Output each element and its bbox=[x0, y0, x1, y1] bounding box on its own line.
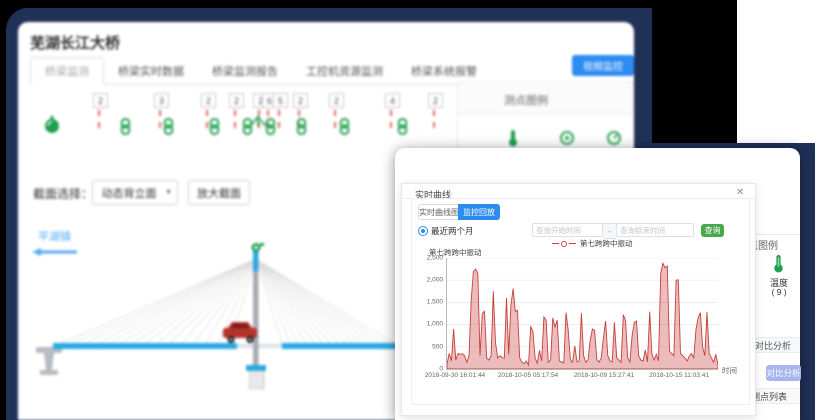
sensor-count-badge: 2 bbox=[293, 93, 308, 108]
tab-bridge-monitor[interactable]: 桥梁监测 bbox=[30, 57, 104, 85]
bridge-deck-right bbox=[282, 343, 400, 349]
legend-line-icon bbox=[569, 243, 576, 244]
alert-dash-line bbox=[278, 110, 280, 128]
bridge-deck-left bbox=[53, 343, 237, 349]
temperature-count: ( 9 ) bbox=[765, 287, 793, 297]
x-tick: 2018-10-15 11:03:41 bbox=[649, 372, 709, 379]
bridge-diagram bbox=[20, 243, 400, 403]
y-tick: 2,000 bbox=[409, 277, 443, 284]
last-two-months-radio[interactable] bbox=[418, 226, 428, 236]
range-separator: - bbox=[603, 223, 616, 239]
joint-sensor-icon[interactable] bbox=[264, 118, 277, 135]
legend-label: 第七跨跨中振动 bbox=[580, 238, 633, 249]
front-monitor-window: 测点图例 温度 ( 9 ) 对比分析 对比分析 测点列表 实时曲线 ✕ 实时曲线… bbox=[395, 148, 800, 420]
query-start-time-input[interactable] bbox=[532, 223, 603, 237]
query-button[interactable]: 查询 bbox=[701, 224, 724, 237]
page-title: 芜湖长江大桥 bbox=[30, 32, 120, 53]
realtime-curve-modal: 实时曲线 ✕ 实时曲线图 监控回放 最近两个月 - 查询 第七跨跨中振动 第七跨… bbox=[401, 183, 756, 416]
point-legend-title: 测点图例 bbox=[504, 92, 548, 108]
sensor-count-badge: 4 bbox=[385, 93, 400, 108]
video-monitor-button[interactable]: 视频监控 bbox=[572, 55, 634, 76]
sensor-count-badge: 2 bbox=[428, 93, 443, 108]
joint-sensor-icon[interactable] bbox=[208, 118, 221, 135]
tab-monitor-playback[interactable]: 监控回放 bbox=[458, 204, 500, 220]
joint-sensor-icon[interactable] bbox=[396, 118, 409, 135]
last-two-months-label: 最近两个月 bbox=[431, 225, 474, 237]
alert-dash-line bbox=[334, 110, 336, 128]
joint-sensor-icon[interactable] bbox=[338, 118, 351, 135]
tab-system-alarm[interactable]: 桥梁系统报警 bbox=[397, 57, 491, 84]
y-tick: 500 bbox=[409, 344, 443, 351]
alert-dash-line bbox=[234, 110, 236, 128]
vibration-chart[interactable] bbox=[446, 258, 718, 370]
joint-sensor-icon[interactable] bbox=[295, 118, 308, 135]
legend-ring-icon bbox=[561, 241, 567, 247]
y-tick: 1,500 bbox=[409, 299, 443, 306]
y-tick: 1,000 bbox=[409, 321, 443, 328]
car bbox=[223, 322, 257, 343]
x-tick: 2018-10-05 05:17:54 bbox=[498, 372, 558, 379]
place-label: 平湖镇 bbox=[38, 228, 71, 244]
background-white-panel bbox=[737, 0, 815, 143]
point-list-label: 测点列表 bbox=[751, 390, 787, 403]
tab-ipc-resource[interactable]: 工控机资源监测 bbox=[292, 57, 397, 84]
tab-monitor-report[interactable]: 桥梁监测报告 bbox=[198, 57, 292, 84]
x-axis-label: 时间 bbox=[722, 365, 737, 376]
query-end-time-input[interactable] bbox=[616, 223, 694, 237]
alert-dash-line bbox=[159, 110, 161, 128]
sensor-count-badge: 5 bbox=[273, 93, 288, 108]
alert-dash-line bbox=[433, 110, 435, 128]
stopwatch-icon bbox=[44, 116, 60, 134]
joint-sensor-icon[interactable] bbox=[162, 118, 175, 135]
sensor-count-badge: 2 bbox=[329, 93, 344, 108]
tab-realtime-data[interactable]: 桥梁实时数据 bbox=[104, 57, 198, 84]
zoom-section-button[interactable]: 放大截面 bbox=[188, 180, 250, 205]
camera-icon bbox=[252, 243, 265, 252]
bridge-pier bbox=[36, 347, 62, 375]
alert-dash-line bbox=[98, 110, 100, 128]
alert-dash-line bbox=[390, 110, 392, 128]
x-tick: 2018-10-09 15:27:41 bbox=[574, 372, 634, 379]
background-black-panel bbox=[652, 0, 737, 143]
main-tabbar: 桥梁监测 桥梁实时数据 桥梁监测报告 工控机资源监测 桥梁系统报警 bbox=[30, 57, 625, 85]
sensor-count-badge: 2 bbox=[201, 93, 216, 108]
compare-section-label: 对比分析 bbox=[755, 339, 791, 352]
thermometer-icon[interactable] bbox=[772, 254, 785, 273]
compare-analysis-button[interactable]: 对比分析 bbox=[766, 365, 801, 381]
section-select[interactable]: 动态背立面 ▼ bbox=[92, 180, 178, 205]
tab-realtime-curve[interactable]: 实时曲线图 bbox=[418, 204, 460, 220]
sensor-count-badge: 2 bbox=[229, 93, 244, 108]
chevron-down-icon: ▼ bbox=[165, 189, 172, 196]
joint-sensor-icon[interactable] bbox=[119, 118, 132, 135]
section-select-label: 截面选择： bbox=[33, 185, 93, 202]
close-icon[interactable]: ✕ bbox=[736, 187, 744, 198]
tower-foundation bbox=[249, 371, 264, 389]
x-tick: 2018-09-30 16:01:44 bbox=[425, 372, 485, 379]
point-legend-panel: 测点图例 bbox=[457, 82, 634, 150]
sensor-count-badge: 2 bbox=[93, 93, 108, 108]
legend-line-icon bbox=[552, 243, 559, 244]
section-select-value: 动态背立面 bbox=[93, 185, 165, 201]
chart-legend[interactable]: 第七跨跨中振动 bbox=[552, 238, 633, 249]
y-tick: 2,500 bbox=[409, 255, 443, 262]
sensor-count-badge: 3 bbox=[154, 93, 169, 108]
